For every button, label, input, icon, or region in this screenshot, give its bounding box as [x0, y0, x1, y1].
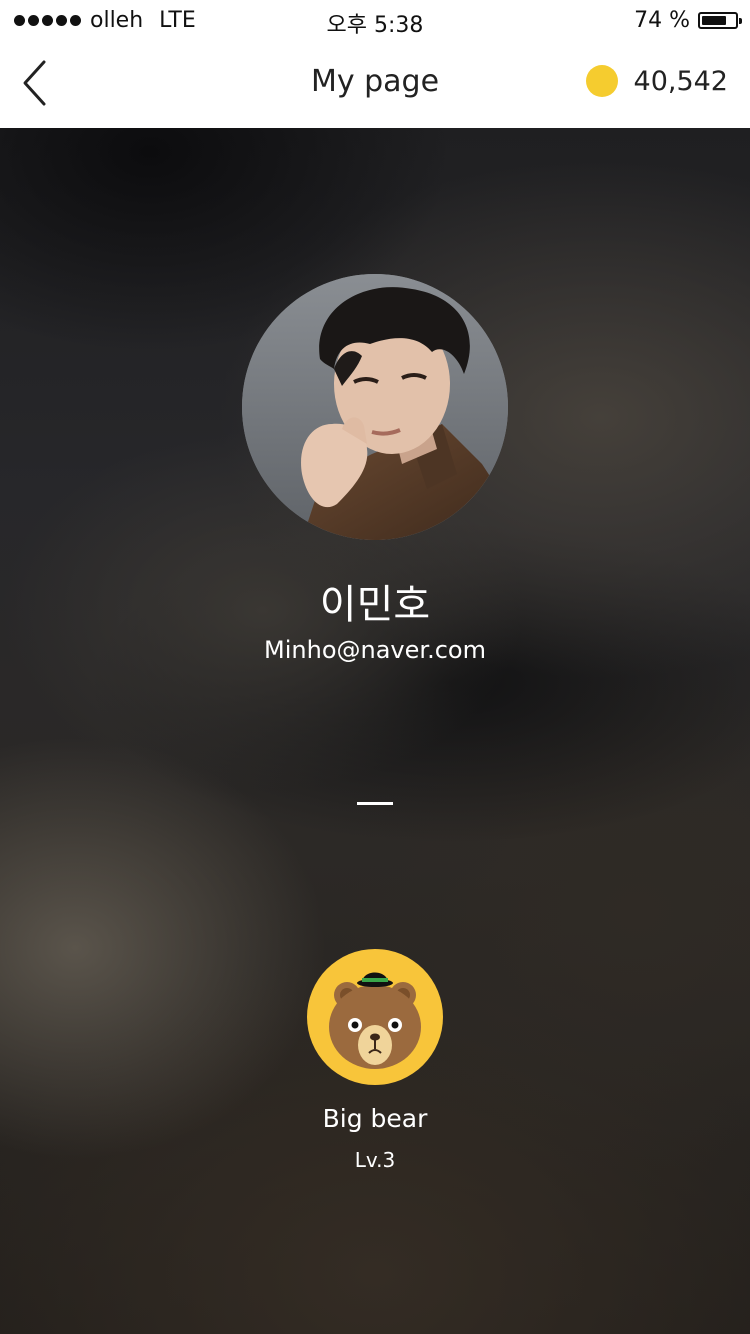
profile-email: Minho@naver.com [264, 636, 486, 664]
divider [357, 802, 393, 805]
battery-percent: 74 % [634, 8, 690, 33]
character-avatar[interactable] [307, 949, 443, 1085]
profile-area: 이민호 Minho@naver.com Big bear Lv.3 [0, 128, 750, 1334]
character-level: Lv.3 [354, 1148, 396, 1172]
coin-balance[interactable]: 40,542 [585, 65, 728, 97]
avatar [242, 274, 508, 540]
my-page-screen: olleh LTE 오후 5:38 74 % My page 40,542 이민… [0, 0, 750, 1334]
battery-icon [698, 12, 742, 29]
battery-fill [702, 16, 726, 25]
coin-icon [585, 65, 618, 97]
profile-photo[interactable] [242, 274, 508, 540]
character-name: Big bear [322, 1104, 428, 1133]
coin-count: 40,542 [633, 65, 728, 97]
bear-icon [329, 972, 421, 1069]
nav-bar: My page 40,542 [0, 40, 750, 128]
status-right: 74 % [634, 8, 742, 33]
status-bar: olleh LTE 오후 5:38 74 % [0, 0, 750, 40]
profile-name: 이민호 [319, 582, 431, 628]
